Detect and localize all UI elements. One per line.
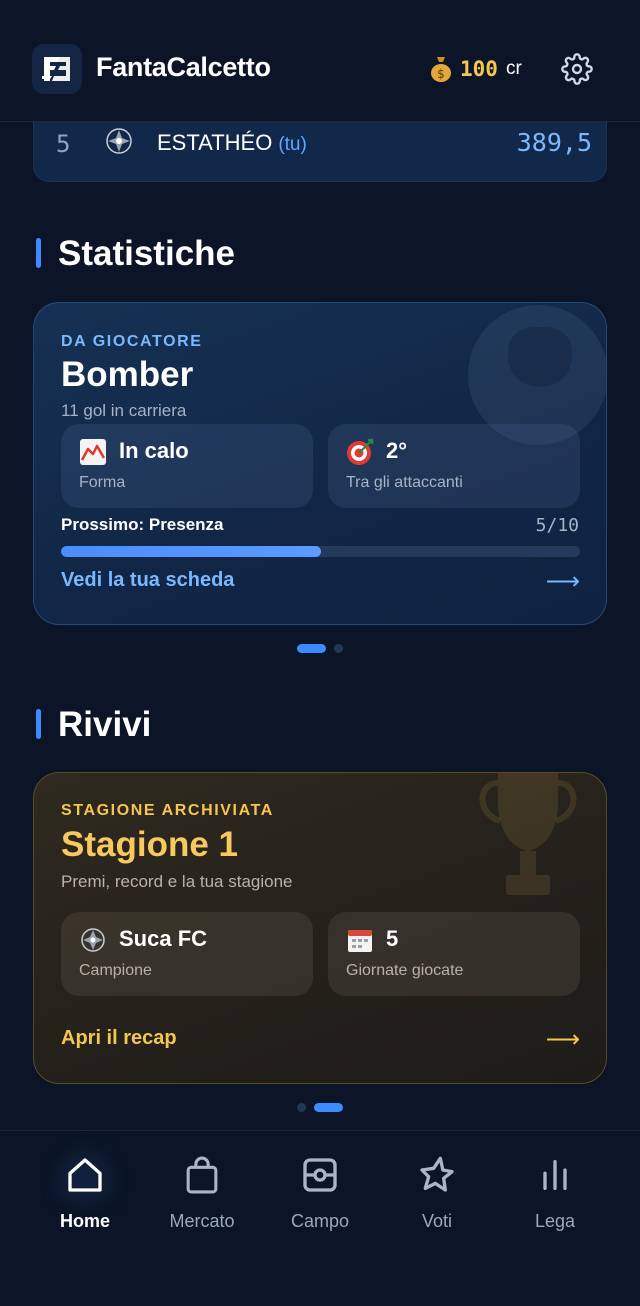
matchdays-tile: 5 Giornate giocate [328, 912, 580, 996]
recap-card[interactable]: STAGIONE ARCHIVIATA Stagione 1 Premi, re… [33, 772, 607, 1084]
progress-bar [61, 546, 580, 557]
bar-chart-icon [533, 1153, 577, 1197]
stats-pager [0, 644, 640, 653]
credits-display[interactable]: $ 100 cr [430, 54, 522, 84]
rank-position: 5 [56, 130, 71, 158]
credits-unit: cr [505, 58, 522, 79]
pager-dot[interactable] [297, 1103, 306, 1112]
matchdays-value: 5 [386, 926, 399, 951]
app-title: FantaCalcetto [96, 52, 271, 82]
home-icon [63, 1153, 107, 1197]
bottom-navigation: Home Mercato Campo Voti Lega [0, 1130, 640, 1306]
section-title-replay: Rivivi [36, 705, 151, 745]
position-value: 2° [386, 438, 408, 463]
trophy-watermark-icon [479, 773, 577, 895]
section-title-stats: Statistiche [36, 234, 235, 274]
champion-value: Suca FC [119, 926, 208, 951]
nav-label-lega: Lega [534, 1211, 576, 1231]
champion-tile: Suca FC Campione [61, 912, 313, 996]
arrow-right-icon[interactable]: ⟶ [546, 1025, 580, 1054]
svg-text:$: $ [437, 67, 445, 81]
money-bag-icon: $ [431, 57, 451, 82]
nav-item-home[interactable]: Home [30, 1153, 140, 1263]
rank-team-label: ESTATHÉO [157, 130, 273, 155]
rank-score: 389,5 [516, 128, 592, 157]
team-badge-icon [106, 128, 132, 154]
stats-eyebrow: DA GIOCATORE [61, 333, 203, 350]
rank-team-name: ESTATHÉO (tu) [157, 130, 307, 156]
rank-you-label: (tu) [278, 134, 307, 155]
nav-label-home: Home [59, 1211, 110, 1231]
nav-label-voti: Voti [421, 1211, 453, 1231]
recap-eyebrow: STAGIONE ARCHIVIATA [61, 802, 274, 819]
recap-card-title: Stagione 1 [61, 825, 238, 864]
bag-icon [180, 1153, 224, 1197]
nav-label-mercato: Mercato [169, 1211, 235, 1231]
calendar-icon [348, 930, 372, 952]
rank-tile: 2° Tra gli attaccanti [328, 424, 580, 508]
nav-item-lega[interactable]: Lega [500, 1153, 610, 1263]
progress-label: Prossimo: Presenza [61, 515, 224, 534]
app-header: FantaCalcetto $ 100 cr [0, 0, 640, 122]
open-recap-link[interactable]: Apri il recap [61, 1027, 177, 1050]
pager-dot[interactable] [314, 1103, 343, 1112]
progress-fill [61, 546, 321, 557]
nav-item-voti[interactable]: Voti [382, 1153, 492, 1263]
arrow-right-icon[interactable]: ⟶ [546, 567, 580, 596]
stats-card[interactable]: DA GIOCATORE Bomber 11 gol in carriera I… [33, 302, 607, 625]
form-value: In calo [119, 438, 189, 463]
nav-item-mercato[interactable]: Mercato [147, 1153, 257, 1263]
app-logo[interactable] [32, 44, 82, 94]
form-tile: In calo Forma [61, 424, 313, 508]
pager-dot[interactable] [334, 644, 343, 653]
logo-icon [42, 57, 70, 81]
target-icon [347, 438, 374, 465]
nav-label-campo: Campo [290, 1211, 350, 1231]
credits-amount: 100 [460, 57, 498, 81]
stats-card-title: Bomber [61, 355, 194, 394]
form-label: Forma [79, 474, 126, 491]
recap-card-subtitle: Premi, record e la tua stagione [61, 872, 293, 891]
position-label: Tra gli attaccanti [346, 474, 463, 491]
gear-icon [561, 53, 593, 85]
matchdays-label: Giornate giocate [346, 962, 464, 979]
team-badge-icon [81, 928, 105, 952]
nav-item-campo[interactable]: Campo [265, 1153, 375, 1263]
settings-button[interactable] [560, 52, 594, 86]
replay-pager [0, 1103, 640, 1112]
star-icon [415, 1153, 459, 1197]
pager-dot[interactable] [297, 644, 326, 653]
progress-count: 5/10 [535, 515, 579, 536]
field-icon [298, 1153, 342, 1197]
chart-decreasing-icon [80, 439, 106, 465]
view-profile-link[interactable]: Vedi la tua scheda [61, 569, 234, 592]
champion-label: Campione [79, 962, 152, 979]
stats-card-subtitle: 11 gol in carriera [61, 401, 187, 420]
